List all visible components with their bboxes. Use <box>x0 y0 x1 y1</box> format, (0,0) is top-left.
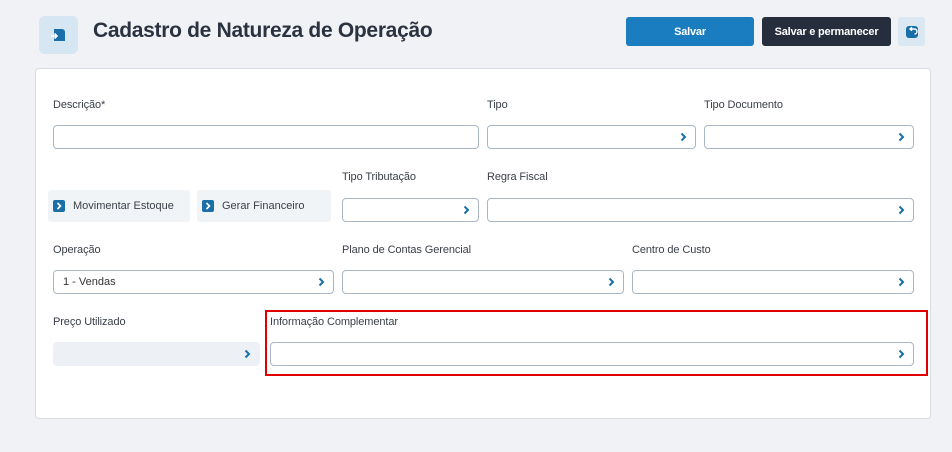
save-and-stay-button[interactable]: Salvar e permanecer <box>762 17 891 46</box>
regra-fiscal-select[interactable] <box>487 198 914 222</box>
operacao-label: Operação <box>53 244 101 256</box>
movimentar-estoque-label: Movimentar Estoque <box>73 200 174 212</box>
document-export-icon <box>39 16 78 54</box>
chevron-right-icon <box>242 348 252 360</box>
centro-custo-select[interactable] <box>632 270 914 294</box>
tipo-documento-label: Tipo Documento <box>704 99 783 111</box>
plano-contas-select[interactable] <box>342 270 624 294</box>
page-header: Cadastro de Natureza de Operação Salvar … <box>0 0 952 66</box>
chevron-right-icon <box>53 200 65 212</box>
tipo-select[interactable] <box>487 125 696 149</box>
chevron-right-icon <box>202 200 214 212</box>
tipo-tributacao-label: Tipo Tributação <box>342 171 416 183</box>
chevron-right-icon <box>316 276 326 288</box>
gerar-financeiro-toggle[interactable]: Gerar Financeiro <box>197 190 331 222</box>
tipo-label: Tipo <box>487 99 508 111</box>
plano-contas-label: Plano de Contas Gerencial <box>342 244 471 256</box>
tipo-tributacao-select[interactable] <box>342 198 479 222</box>
chevron-right-icon <box>896 131 906 143</box>
movimentar-estoque-toggle[interactable]: Movimentar Estoque <box>48 190 190 222</box>
chevron-right-icon <box>678 131 688 143</box>
descricao-label: Descrição* <box>53 99 106 111</box>
chevron-right-icon <box>896 204 906 216</box>
regra-fiscal-label: Regra Fiscal <box>487 171 548 183</box>
chevron-right-icon <box>461 204 471 216</box>
tipo-documento-select[interactable] <box>704 125 914 149</box>
page-title: Cadastro de Natureza de Operação <box>93 19 433 42</box>
save-button[interactable]: Salvar <box>626 17 754 46</box>
preco-utilizado-select[interactable] <box>53 342 260 366</box>
centro-custo-label: Centro de Custo <box>632 244 711 256</box>
preco-utilizado-label: Preço Utilizado <box>53 316 126 328</box>
chevron-right-icon <box>606 276 616 288</box>
descricao-input[interactable] <box>53 125 479 149</box>
gerar-financeiro-label: Gerar Financeiro <box>222 200 305 212</box>
operacao-select[interactable]: 1 - Vendas <box>53 270 334 294</box>
chevron-right-icon <box>896 276 906 288</box>
undo-button[interactable] <box>898 17 925 46</box>
operacao-value: 1 - Vendas <box>63 276 116 288</box>
highlight-box <box>265 310 928 376</box>
undo-icon <box>905 25 918 38</box>
